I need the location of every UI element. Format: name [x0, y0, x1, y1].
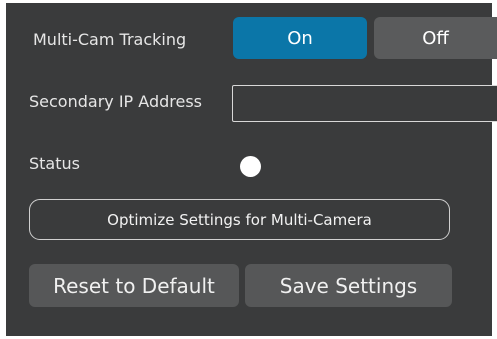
secondary-ip-label: Secondary IP Address [29, 92, 202, 111]
secondary-ip-input[interactable] [232, 85, 497, 122]
multi-cam-on-button[interactable]: On [233, 17, 367, 59]
multicam-settings-panel: Multi-Cam Tracking On Off Secondary IP A… [6, 3, 497, 336]
save-settings-button[interactable]: Save Settings [245, 264, 452, 307]
multi-cam-off-button[interactable]: Off [374, 17, 497, 59]
optimize-multi-camera-button[interactable]: Optimize Settings for Multi-Camera [29, 199, 450, 240]
status-indicator [240, 156, 261, 177]
multi-cam-tracking-label: Multi-Cam Tracking [33, 30, 187, 49]
status-label: Status [29, 154, 80, 173]
reset-to-default-button[interactable]: Reset to Default [29, 264, 239, 307]
